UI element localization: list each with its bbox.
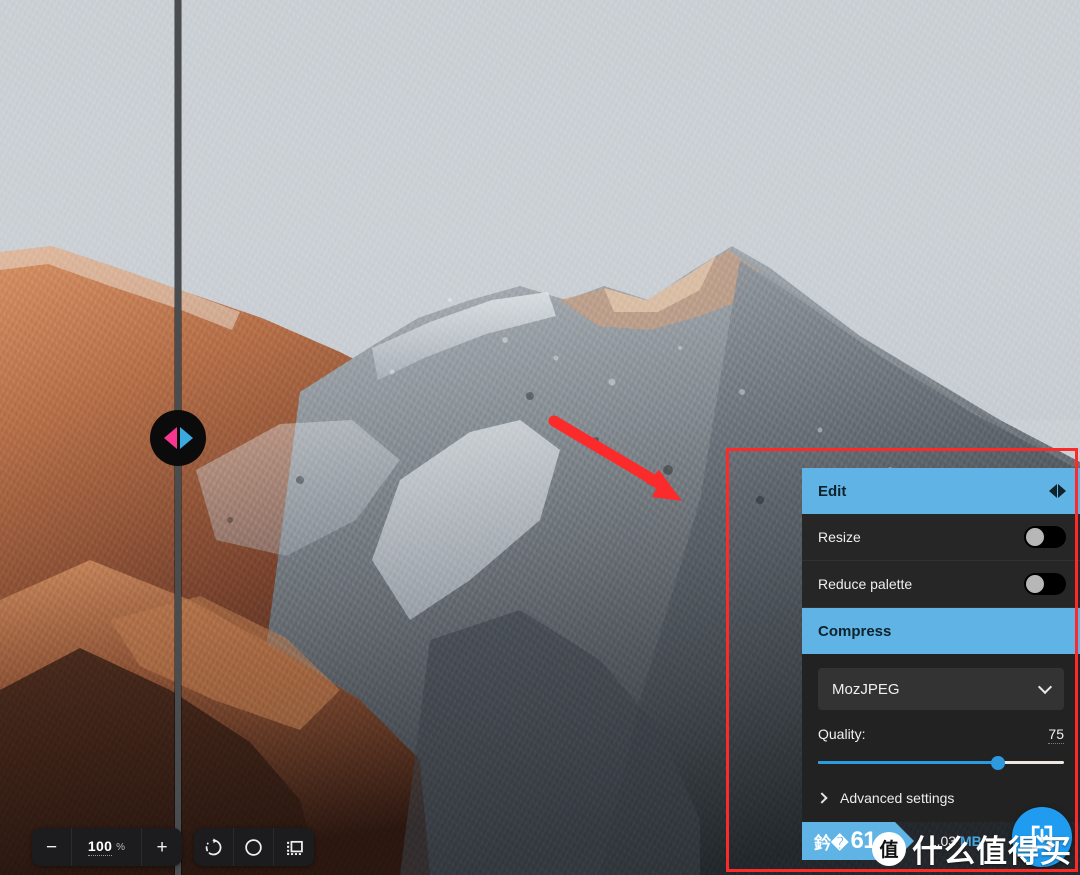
zoom-in-button[interactable]: +: [142, 828, 182, 866]
arrow-right-half-icon: [1058, 484, 1066, 498]
ratio-value: 61: [850, 827, 877, 854]
zoom-level-value: 100: [87, 838, 113, 856]
resize-option-label: Resize: [818, 529, 861, 545]
rotate-icon: [205, 837, 222, 855]
edit-section-title: Edit: [818, 482, 847, 500]
arrow-left-half-icon: [1049, 484, 1057, 498]
output-size-unit: MB: [959, 833, 982, 849]
slider-fill: [818, 761, 998, 764]
triangle-left-icon: [163, 427, 177, 449]
zoom-out-button[interactable]: −: [32, 828, 72, 866]
rotate-button[interactable]: [194, 828, 234, 866]
quality-row: Quality: 75: [818, 726, 1064, 744]
circle-icon: [245, 838, 262, 856]
advanced-settings-row[interactable]: Advanced settings: [816, 790, 1064, 806]
fit-to-screen-icon: [286, 840, 303, 855]
edit-section-body: Resize Reduce palette: [802, 514, 1080, 608]
edit-section-header[interactable]: Edit: [802, 468, 1080, 514]
reduce-palette-toggle[interactable]: [1024, 573, 1066, 595]
resize-toggle[interactable]: [1024, 526, 1066, 548]
compression-ratio-chip: 鈐� 61 %: [802, 822, 914, 860]
view-tools-pill: [194, 828, 314, 866]
codec-select[interactable]: MozJPEG: [818, 668, 1064, 710]
chevron-down-icon: [1037, 679, 1053, 695]
squoosh-app: − 100 % + Edit Resize Reduce palette Com…: [0, 0, 1080, 875]
quality-slider[interactable]: [818, 754, 1064, 770]
output-size-value: 1.03: [928, 833, 957, 849]
triangle-right-icon: [179, 427, 193, 449]
zoom-level-display[interactable]: 100 %: [72, 828, 142, 866]
zoom-toolbar: − 100 % +: [32, 828, 314, 866]
output-size: 1.03 MB: [929, 833, 982, 849]
compress-section-body: MozJPEG Quality: 75 Advanced settings: [802, 654, 1080, 822]
compress-section-header[interactable]: Compress: [802, 608, 1080, 654]
compress-section-title: Compress: [818, 622, 892, 640]
squoosh-settings-panel: Edit Resize Reduce palette Compress MozJ…: [802, 468, 1080, 822]
compare-split-handle[interactable]: [150, 410, 206, 466]
toggle-knob: [1026, 575, 1044, 593]
ratio-prefix-text: 鈐�: [814, 833, 849, 853]
codec-select-value: MozJPEG: [832, 680, 900, 698]
slider-thumb[interactable]: [990, 756, 1005, 770]
zoom-pill: − 100 % +: [32, 828, 182, 866]
chevron-right-icon: [816, 792, 828, 804]
minus-icon: −: [45, 836, 58, 858]
expand-collapse-arrows-icon[interactable]: [1049, 484, 1066, 498]
ratio-unit: %: [880, 834, 891, 848]
reduce-palette-option-row[interactable]: Reduce palette: [802, 561, 1080, 608]
download-button[interactable]: [1012, 807, 1072, 867]
download-icon: [1031, 825, 1053, 849]
rounded-preview-button[interactable]: [234, 828, 274, 866]
zoom-level-unit: %: [116, 841, 126, 853]
plus-icon: +: [156, 836, 168, 858]
reduce-palette-option-label: Reduce palette: [818, 576, 913, 592]
toggle-knob: [1026, 528, 1044, 546]
quality-value[interactable]: 75: [1048, 726, 1064, 744]
advanced-settings-label: Advanced settings: [840, 790, 955, 806]
resize-option-row[interactable]: Resize: [802, 514, 1080, 561]
fit-to-screen-button[interactable]: [274, 828, 314, 866]
quality-label: Quality:: [818, 726, 866, 742]
